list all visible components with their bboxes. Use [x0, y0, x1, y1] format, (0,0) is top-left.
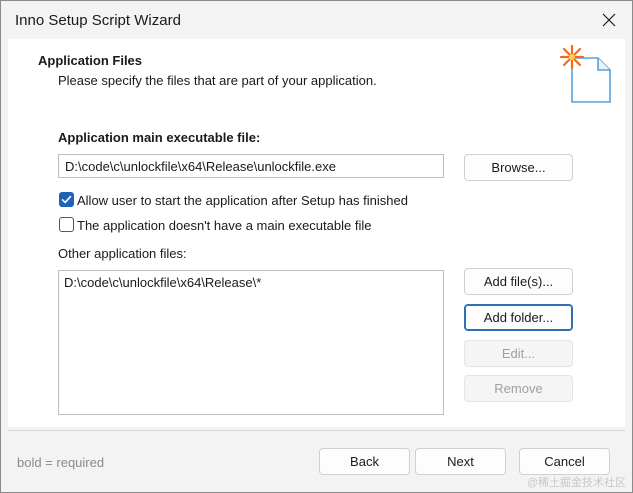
edit-button[interactable]: Edit...: [464, 340, 573, 367]
required-hint: bold = required: [17, 455, 105, 470]
add-files-button[interactable]: Add file(s)...: [464, 268, 573, 295]
footer-divider: [8, 430, 625, 431]
watermark: @稀土掘金技术社区: [526, 477, 626, 489]
close-icon: [602, 13, 616, 27]
title-bar: Inno Setup Script Wizard: [1, 1, 632, 39]
browse-button[interactable]: Browse...: [464, 154, 573, 181]
header-panel: Application Files Please specify the fil…: [8, 39, 625, 109]
back-button[interactable]: Back: [319, 448, 410, 475]
wizard-window: Inno Setup Script Wizard Application Fil…: [0, 0, 633, 493]
main-exe-label: Application main executable file:: [58, 130, 261, 145]
next-button[interactable]: Next: [415, 448, 506, 475]
main-exe-field[interactable]: D:\code\c\unlockfile\x64\Release\unlockf…: [58, 154, 444, 178]
close-button[interactable]: [586, 1, 632, 39]
page-title: Application Files: [38, 53, 143, 68]
no-main-exe-checkbox[interactable]: [59, 217, 74, 232]
allow-start-checkbox[interactable]: [59, 192, 74, 207]
checkmark-icon: [61, 195, 72, 204]
cancel-button[interactable]: Cancel: [519, 448, 610, 475]
window-title: Inno Setup Script Wizard: [15, 12, 181, 29]
page-subtitle: Please specify the files that are part o…: [58, 73, 377, 88]
add-folder-button[interactable]: Add folder...: [464, 304, 573, 331]
content-panel: Application main executable file: D:\cod…: [8, 109, 625, 427]
no-main-exe-label[interactable]: The application doesn't have a main exec…: [77, 218, 371, 233]
list-item[interactable]: D:\code\c\unlockfile\x64\Release\*: [64, 275, 438, 290]
remove-button[interactable]: Remove: [464, 375, 573, 402]
other-files-label: Other application files:: [58, 246, 187, 261]
wizard-file-icon: [559, 44, 611, 103]
allow-start-label[interactable]: Allow user to start the application afte…: [77, 193, 408, 208]
other-files-list[interactable]: D:\code\c\unlockfile\x64\Release\*: [58, 270, 444, 415]
